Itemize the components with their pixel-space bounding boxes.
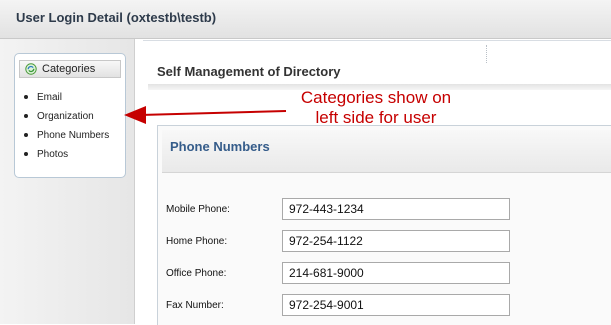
annotation-line-1: Categories show on [300, 88, 452, 107]
panel-title: Phone Numbers [170, 139, 270, 154]
office-phone-label: Office Phone: [166, 268, 227, 279]
section-title: Self Management of Directory [157, 64, 341, 79]
sidebar-item-photos[interactable]: Photos [23, 145, 109, 164]
mobile-phone-label: Mobile Phone: [166, 204, 230, 215]
sidebar-item-phone-numbers[interactable]: Phone Numbers [23, 126, 109, 145]
mobile-phone-field[interactable] [282, 198, 510, 220]
categories-title: Categories [42, 63, 96, 75]
window-titlebar: User Login Detail (oxtestb\testb) [0, 0, 611, 39]
home-phone-label: Home Phone: [166, 236, 228, 247]
sidebar-item-label: Organization [37, 111, 94, 122]
categories-list: Email Organization Phone Numbers Photos [23, 88, 109, 164]
bullet-icon [24, 133, 28, 137]
annotation-callout: Categories show on left side for user [266, 88, 486, 128]
annotation-line-2: left side for user [315, 108, 437, 127]
arrow-shaft [139, 110, 287, 116]
sidebar-item-label: Photos [37, 149, 69, 160]
sidebar-item-label: Email [37, 92, 63, 103]
bullet-icon [24, 95, 28, 99]
fax-number-label: Fax Number: [166, 300, 224, 311]
categories-header[interactable]: Categories [19, 60, 121, 78]
fax-number-field[interactable] [282, 294, 510, 316]
bullet-icon [24, 114, 28, 118]
sidebar-item-organization[interactable]: Organization [23, 107, 109, 126]
sidebar-item-email[interactable]: Email [23, 88, 109, 107]
refresh-icon [25, 63, 37, 75]
home-phone-field[interactable] [282, 230, 510, 252]
sidebar-item-label: Phone Numbers [37, 130, 110, 141]
office-phone-field[interactable] [282, 262, 510, 284]
window-title: User Login Detail (oxtestb\testb) [16, 10, 217, 25]
bullet-icon [24, 152, 28, 156]
toolbar-divider [486, 45, 487, 63]
categories-panel: Categories Email Organization Phone Numb… [14, 53, 126, 178]
